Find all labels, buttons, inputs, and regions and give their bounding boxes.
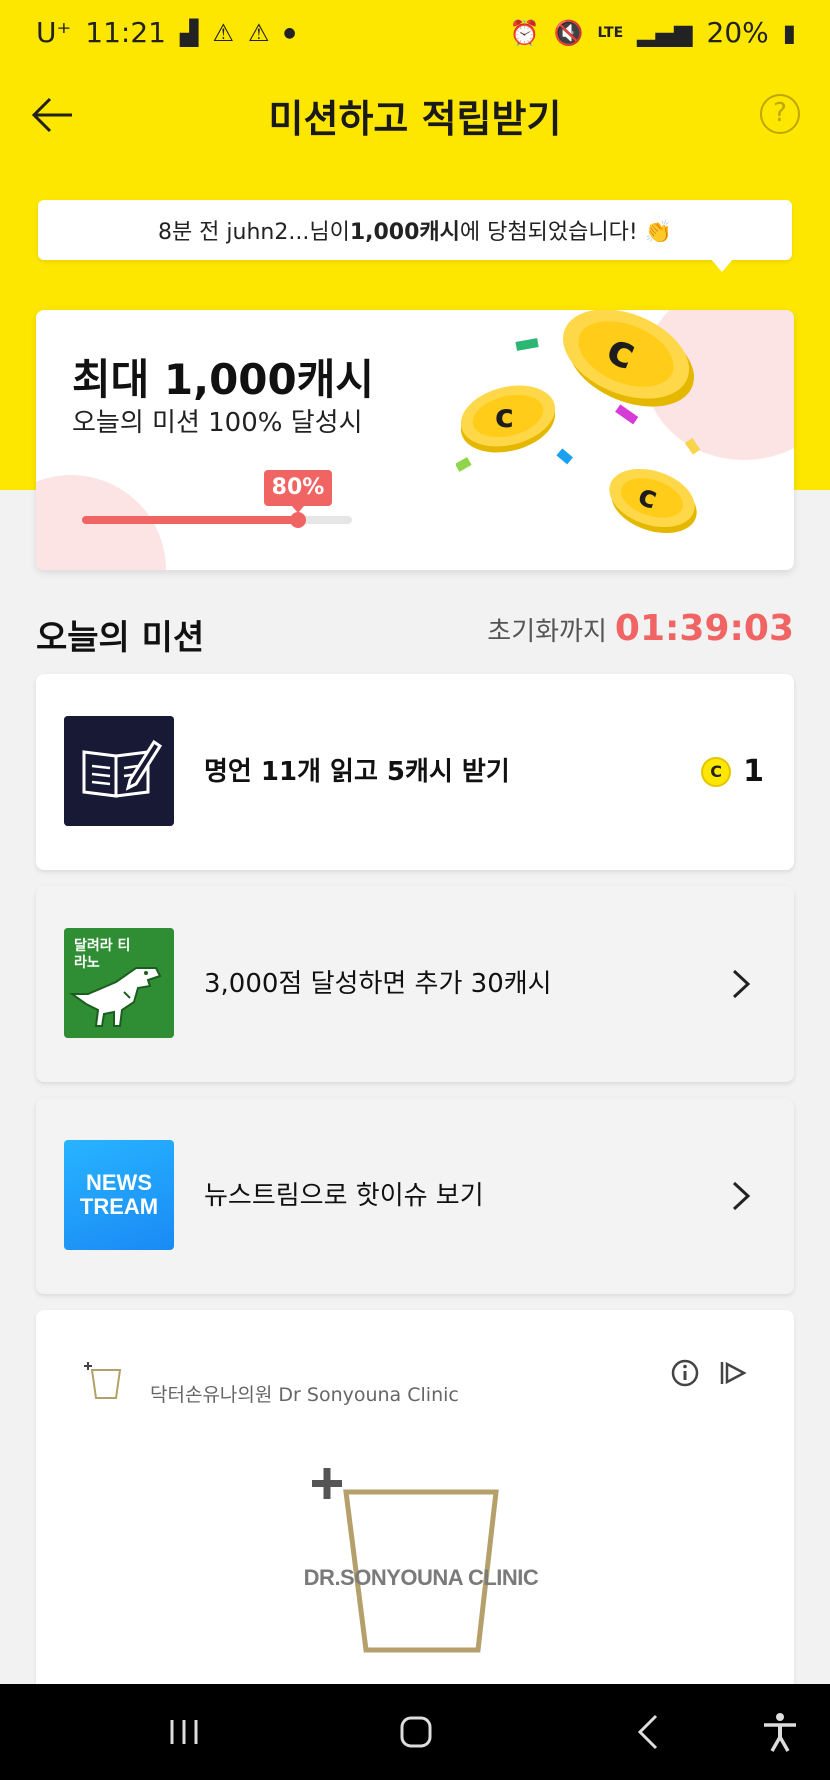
ad-advertiser-name: 닥터손유나의원 Dr Sonyouna Clinic (150, 1384, 459, 1406)
mission-label: 3,000점 달성하면 추가 30캐시 (204, 969, 552, 999)
book-pen-icon (64, 716, 174, 826)
coins-illustration: c c c (456, 310, 701, 534)
network-label: LTE (597, 24, 624, 41)
tyranno-game-icon: 달려라 티라노 (64, 928, 174, 1038)
svg-text:c: c (495, 397, 514, 435)
progress-knob (290, 512, 306, 528)
dot-icon: ● (283, 24, 296, 41)
clinic-logo-small (84, 1362, 122, 1399)
winner-toast: 8분 전 juhn2...님이 1,000캐시 에 당첨되었습니다! 👏 (38, 200, 792, 272)
carrier-label: U⁺ (36, 16, 72, 49)
reset-label: 초기화까지 (487, 617, 607, 647)
mission-card-quotes[interactable]: 명언 11개 읽고 5캐시 받기 C 1 (36, 674, 794, 870)
reward-count: 1 (743, 754, 764, 789)
mission-card-tyranno[interactable]: 달려라 티라노 3,000점 달성하면 추가 30캐시 (36, 886, 794, 1082)
progress-fill (82, 516, 298, 524)
mission-label: 명언 11개 읽고 5캐시 받기 (204, 757, 510, 787)
warning-icon: ⚠ (212, 18, 234, 47)
recent-apps-icon[interactable] (160, 1708, 208, 1756)
mission-reward: C 1 (701, 754, 764, 789)
ad-card[interactable]: 닥터손유나의원 Dr Sonyouna Clinic DR.SONYOUNA C… (36, 1310, 794, 1690)
coin-icon: C (701, 756, 732, 787)
reset-timer: 01:39:03 (614, 608, 794, 649)
clock: 11:21 (85, 16, 166, 49)
nav-back-icon[interactable] (626, 1708, 674, 1756)
toast-amount: 1,000캐시 (349, 220, 460, 245)
progress-badge: 80% (264, 470, 332, 513)
reset-countdown: 초기화까지 01:39:03 (487, 608, 794, 649)
reward-card: 최대 1,000캐시 오늘의 미션 100% 달성시 80% c c c (36, 310, 794, 570)
app-header: 미션하고 적립받기 ? (0, 80, 830, 150)
toast-suffix: 에 당첨되었습니다! 👏 (459, 220, 673, 245)
signal-icon: ▂▄▆ (637, 18, 693, 47)
battery-label: 20% (706, 16, 769, 49)
ad-brand-name: DR.SONYOUNA CLINIC (303, 1565, 539, 1590)
page-title: 미션하고 적립받기 (268, 97, 562, 141)
logo-line: TREAM (79, 1194, 159, 1219)
accessibility-icon[interactable] (756, 1708, 804, 1756)
reward-subtitle: 오늘의 미션 100% 달성시 (72, 408, 363, 438)
alarm-icon: ⏰ (509, 18, 540, 47)
chevron-right-icon (732, 1181, 751, 1211)
mission-label: 뉴스트림으로 핫이슈 보기 (204, 1181, 484, 1211)
mute-icon: 🔇 (553, 18, 584, 47)
home-icon[interactable] (392, 1708, 440, 1756)
info-icon[interactable] (670, 1358, 700, 1388)
warning-icon: ⚠ (247, 18, 270, 47)
reward-title: 최대 1,000캐시 (72, 355, 375, 404)
progress-bar (82, 512, 352, 528)
toast-prefix: 8분 전 juhn2...님이 (157, 220, 350, 245)
ad-choices-icon[interactable] (718, 1358, 748, 1388)
status-bar: U⁺ 11:21 ▟ ⚠ ⚠ ● ⏰ 🔇 LTE ▂▄▆ 20% ▮ (0, 0, 830, 72)
toast-tail (710, 258, 734, 272)
missions-heading: 오늘의 미션 (36, 618, 205, 658)
newstream-logo: NEWS TREAM (64, 1140, 174, 1250)
chevron-right-icon (732, 969, 751, 999)
thumb-title: 달려라 티라노 (74, 938, 131, 971)
clinic-logo-big (312, 1468, 499, 1653)
system-nav-bar (0, 1684, 830, 1780)
mission-card-newstream[interactable]: NEWS TREAM 뉴스트림으로 핫이슈 보기 (36, 1098, 794, 1294)
stair-icon: ▟ (179, 18, 199, 47)
battery-icon: ▮ (782, 18, 796, 47)
help-icon[interactable]: ? (760, 94, 800, 134)
logo-line: NEWS (86, 1170, 152, 1195)
